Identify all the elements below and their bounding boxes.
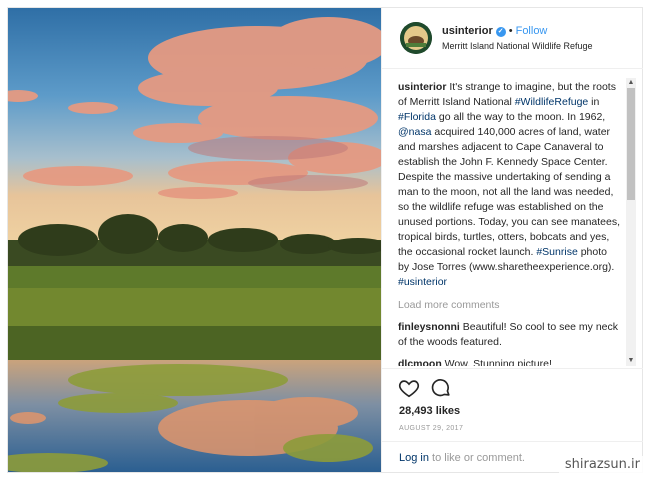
likes-count[interactable]: 28,493 likes <box>399 405 460 417</box>
load-more-comments-button[interactable]: Load more comments <box>398 298 620 313</box>
comment: finleysnonni Beautiful! So cool to see m… <box>398 320 620 350</box>
login-link[interactable]: Log in <box>399 452 429 464</box>
avatar[interactable] <box>400 22 432 54</box>
post-date: AUGUST 29, 2017 <box>399 425 464 432</box>
login-rest-text: to like or comment. <box>428 452 525 464</box>
scroll-up-arrow-icon[interactable]: ▲ <box>626 78 636 88</box>
scroll-down-arrow-icon[interactable]: ▼ <box>626 356 636 366</box>
location-link[interactable]: Merritt Island National Wildlife Refuge <box>442 41 593 51</box>
instagram-post: usinterior ✓ • Follow Merritt Island Nation… <box>7 7 643 473</box>
scroll-thumb[interactable] <box>627 88 635 200</box>
username-row: usinterior ✓ • Follow <box>442 25 547 37</box>
heart-icon[interactable] <box>398 377 420 399</box>
comment-username[interactable]: dlcmoon <box>398 358 442 366</box>
verified-badge-icon: ✓ <box>495 27 506 37</box>
comment-icon[interactable] <box>430 377 452 399</box>
post-photo[interactable] <box>8 8 381 472</box>
comments-scrollbar[interactable]: ▲ ▼ <box>626 78 636 366</box>
login-prompt: Log in to like or comment. <box>399 452 525 464</box>
comment-text: Wow. Stunning picture! <box>441 358 552 366</box>
mention-link[interactable]: @nasa <box>398 126 431 138</box>
comments-list: usinterior It's strange to imagine, but … <box>398 80 620 366</box>
caption-text: acquired 140,000 acres of land, water an… <box>398 126 620 258</box>
follow-button[interactable]: Follow <box>516 25 548 37</box>
caption: usinterior It's strange to imagine, but … <box>398 80 620 290</box>
post-sidebar: usinterior ✓ • Follow Merritt Island Nation… <box>381 8 643 472</box>
header-username[interactable]: usinterior <box>442 25 493 37</box>
separator: • <box>508 25 513 37</box>
caption-username[interactable]: usinterior <box>398 81 446 93</box>
caption-text: in <box>588 96 600 108</box>
comment-username[interactable]: finleysnonni <box>398 321 460 333</box>
hashtag-link[interactable]: #Sunrise <box>536 246 577 258</box>
hashtag-link[interactable]: #Florida <box>398 111 436 123</box>
hashtag-link[interactable]: #usinterior <box>398 276 447 288</box>
comment: dlcmoon Wow. Stunning picture! <box>398 357 620 366</box>
watermark: shirazsun.ir <box>558 456 646 473</box>
hashtag-link[interactable]: #WildlifeRefuge <box>515 96 589 108</box>
action-icons <box>398 377 462 399</box>
post-header: usinterior ✓ • Follow Merritt Island Nation… <box>382 8 643 69</box>
caption-text: go all the way to the moon. In 1962, <box>435 111 606 123</box>
